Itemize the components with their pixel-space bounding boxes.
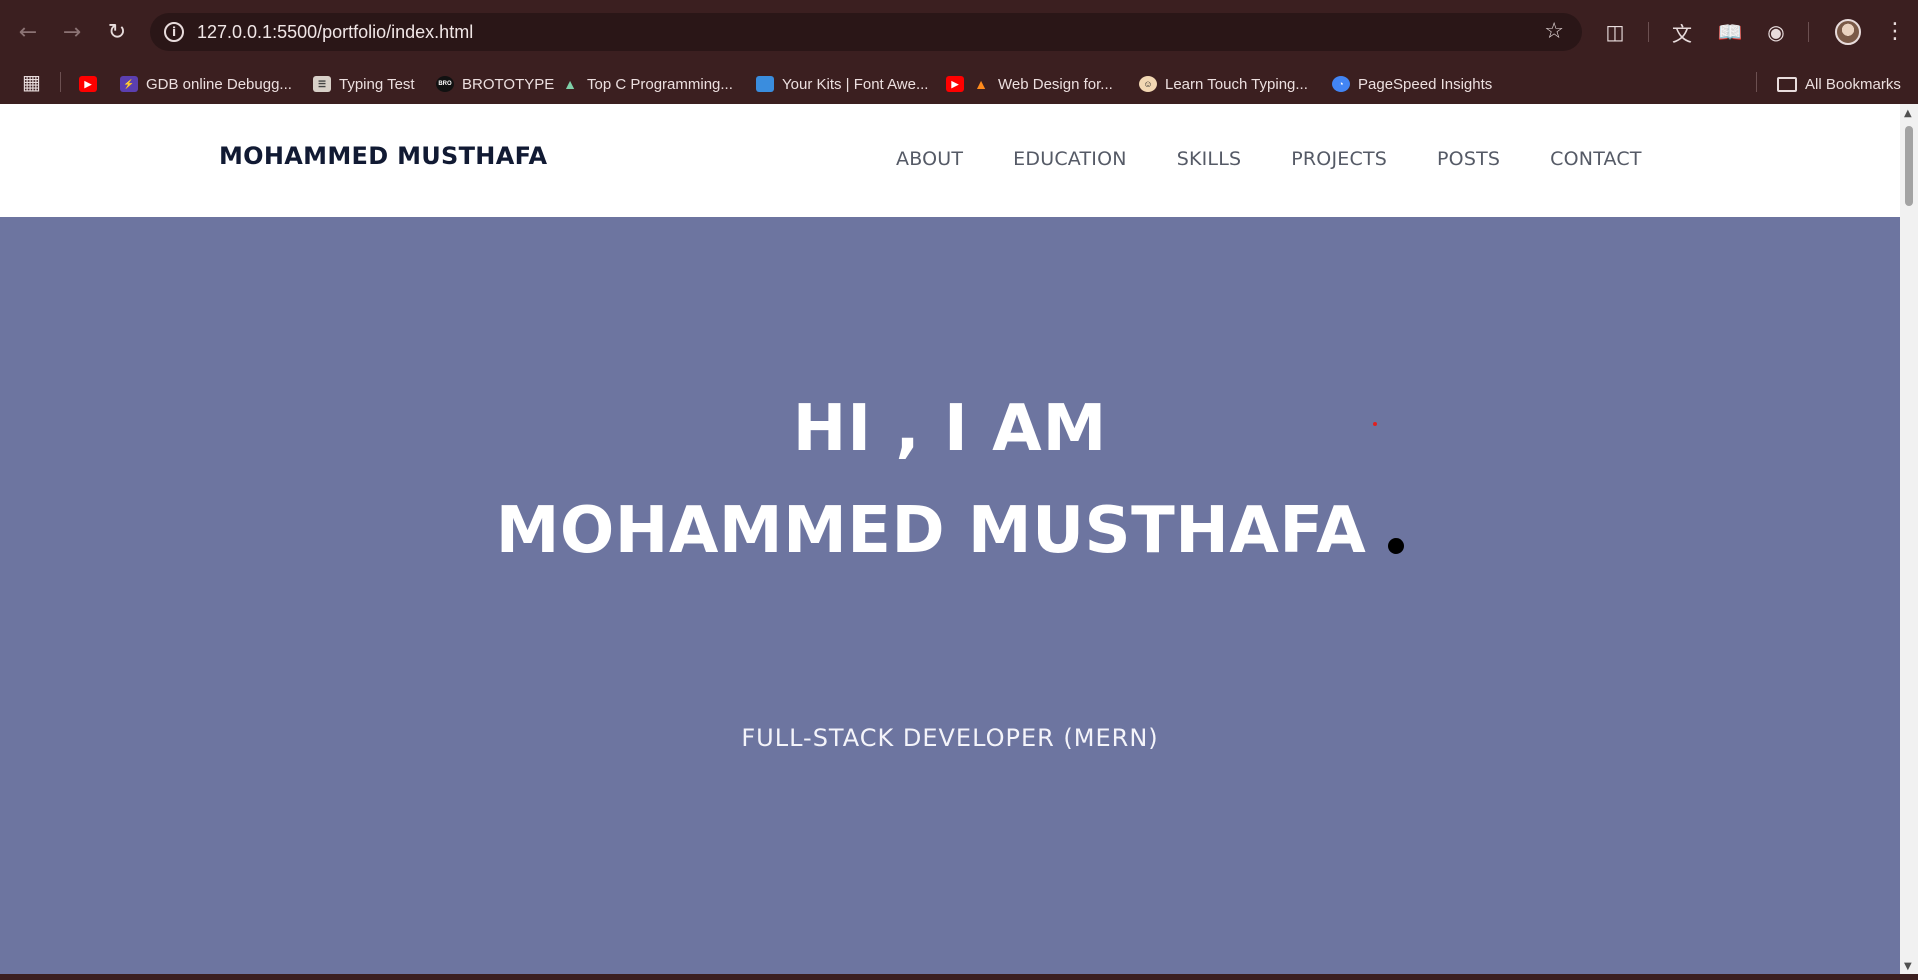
nav-posts[interactable]: POSTS <box>1437 148 1500 170</box>
bookmark-brototype[interactable]: BRO BROTOTYPE <box>436 72 554 96</box>
bookmark-label: Your Kits | Font Awe... <box>782 75 929 93</box>
toolbar-divider <box>1648 22 1649 42</box>
bookmark-top-c[interactable]: ▲ Top C Programming... <box>561 72 733 96</box>
url-text[interactable]: 127.0.0.1:5500/portfolio/index.html <box>197 22 473 43</box>
nav-projects[interactable]: PROJECTS <box>1291 148 1387 170</box>
reading-mode-icon[interactable]: 📖 <box>1716 18 1744 46</box>
bookmarks-divider <box>60 72 61 92</box>
nav-contact[interactable]: CONTACT <box>1550 148 1642 170</box>
info-icon[interactable]: i <box>164 22 184 42</box>
menu-icon[interactable]: ⋮ <box>1884 18 1906 46</box>
youtube-icon: ▶ <box>946 76 964 92</box>
bookmark-web-design[interactable]: ▶ ▲ Web Design for... <box>946 72 1113 96</box>
fire-icon: ▲ <box>974 76 988 92</box>
site-brand[interactable]: MOHAMMED MUSTHAFA <box>219 142 547 170</box>
youtube-icon: ▶ <box>79 76 97 92</box>
brototype-icon: BRO <box>436 76 454 92</box>
page-scrollbar[interactable]: ▲ ▼ <box>1900 104 1918 974</box>
folder-icon <box>1777 76 1797 92</box>
bookmark-label: PageSpeed Insights <box>1358 75 1493 93</box>
bookmark-label: Web Design for... <box>998 75 1113 93</box>
reload-icon[interactable]: ↻ <box>103 18 131 46</box>
hero-name: MOHAMMED MUSTHAFA <box>0 494 1900 568</box>
face-icon: ☺ <box>1139 76 1157 92</box>
nav-about[interactable]: ABOUT <box>896 148 963 170</box>
pagespeed-icon: ◔ <box>1332 76 1350 92</box>
browser-toolbar: ← → ↻ i 127.0.0.1:5500/portfolio/index.h… <box>0 0 1918 64</box>
star-icon[interactable]: ☆ <box>1544 19 1564 44</box>
document-icon: ☰ <box>313 76 331 92</box>
bookmark-label: Learn Touch Typing... <box>1165 75 1308 93</box>
incognito-icon[interactable]: ◉ <box>1762 18 1790 46</box>
scroll-up-arrow-icon[interactable]: ▲ <box>1904 108 1912 119</box>
apps-grid-icon[interactable]: ▦ <box>22 70 41 94</box>
all-bookmarks-label: All Bookmarks <box>1805 75 1901 93</box>
hero-subtitle: FULL-STACK DEVELOPER (MERN) <box>741 724 1159 752</box>
gdb-icon: ⚡ <box>120 76 138 92</box>
all-bookmarks-button[interactable]: All Bookmarks <box>1777 72 1901 96</box>
nav-skills[interactable]: SKILLS <box>1177 148 1242 170</box>
bookmark-touch-typing[interactable]: ☺ Learn Touch Typing... <box>1139 72 1308 96</box>
flag-icon <box>756 76 774 92</box>
extensions-icon[interactable]: ◫ <box>1601 18 1629 46</box>
scroll-thumb[interactable] <box>1905 126 1913 206</box>
bookmark-label: Typing Test <box>339 75 415 93</box>
site-header: MOHAMMED MUSTHAFA ABOUT EDUCATION SKILLS… <box>0 104 1900 217</box>
bookmark-label: GDB online Debugg... <box>146 75 292 93</box>
address-bar[interactable]: i 127.0.0.1:5500/portfolio/index.html ☆ <box>150 13 1582 51</box>
bookmark-pagespeed[interactable]: ◔ PageSpeed Insights <box>1332 72 1492 96</box>
bookmark-label: Top C Programming... <box>587 75 733 93</box>
nav-education[interactable]: EDUCATION <box>1013 148 1127 170</box>
scroll-down-arrow-icon[interactable]: ▼ <box>1904 961 1912 972</box>
hero-dot <box>1388 538 1405 554</box>
mountain-icon: ▲ <box>563 76 577 92</box>
forward-arrow-icon[interactable]: → <box>58 18 86 46</box>
window-bottom-edge <box>0 974 1918 980</box>
site-nav: ABOUT EDUCATION SKILLS PROJECTS POSTS CO… <box>896 148 1642 170</box>
profile-avatar[interactable] <box>1835 19 1861 45</box>
bookmark-typing-test[interactable]: ☰ Typing Test <box>313 72 415 96</box>
back-arrow-icon[interactable]: ← <box>14 18 42 46</box>
toolbar-divider <box>1808 22 1809 42</box>
bookmarks-divider <box>1756 72 1757 92</box>
translate-icon[interactable]: 文 <box>1668 18 1696 46</box>
bookmark-gdb[interactable]: ⚡ GDB online Debugg... <box>120 72 292 96</box>
page-viewport: MOHAMMED MUSTHAFA ABOUT EDUCATION SKILLS… <box>0 104 1900 974</box>
hero-name-text: MOHAMMED MUSTHAFA <box>495 494 1367 568</box>
bookmark-font-awesome[interactable]: Your Kits | Font Awe... <box>756 72 928 96</box>
hero-greeting: HI , I AM <box>792 392 1108 466</box>
bookmark-youtube[interactable]: ▶ <box>79 72 97 96</box>
bookmark-label: BROTOTYPE <box>462 75 555 93</box>
